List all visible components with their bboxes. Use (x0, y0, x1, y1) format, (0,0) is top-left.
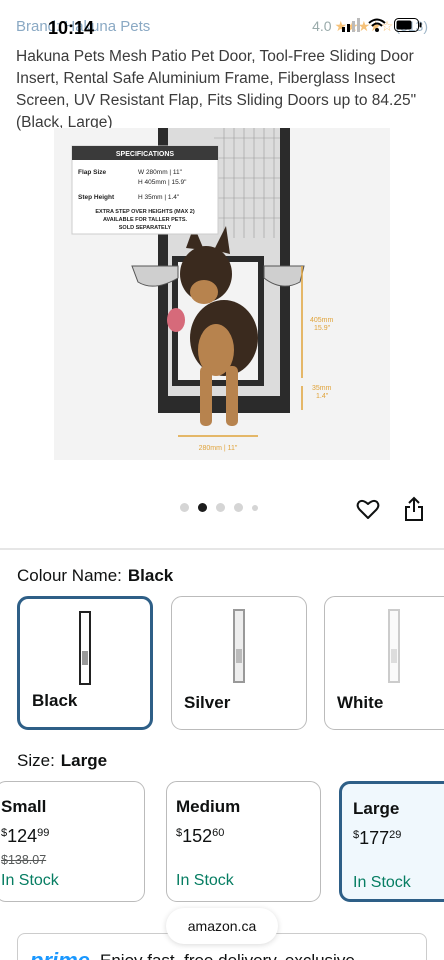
size-label: Size: (17, 751, 55, 770)
size-option-name: Small (1, 797, 47, 816)
size-selected: Large (60, 751, 108, 770)
signal-icon (342, 18, 360, 32)
dim-height-in: 15.9" (314, 325, 331, 332)
colour-label-row: Colour Name: Black (17, 566, 173, 586)
price-fraction: 99 (37, 827, 50, 839)
dim-width: 280mm | 11" (199, 445, 238, 452)
rating-value: 4.0 (312, 18, 332, 34)
colour-option-name: Black (32, 691, 78, 710)
product-thumb-black (79, 611, 91, 685)
colour-option-white[interactable]: White (324, 596, 444, 730)
dim-height-mm: 405mm (310, 317, 334, 324)
section-divider (0, 548, 444, 550)
heart-icon[interactable] (356, 497, 380, 521)
spec-note-2: AVAILABLE FOR TALLER PETS. (103, 217, 187, 223)
colour-option-black[interactable]: Black (17, 596, 153, 730)
step-height-value: H 35mm | 1.4" (138, 194, 180, 201)
colour-option-name: Silver (184, 693, 231, 712)
size-option-price: $17729 (353, 828, 401, 849)
size-option-name: Large (353, 799, 400, 818)
size-option-price: $12499 (1, 826, 49, 847)
size-option-large[interactable]: Large $17729 In Stock (339, 781, 444, 902)
share-icon[interactable] (403, 496, 425, 522)
status-icons (342, 18, 422, 32)
carousel-dots[interactable] (180, 503, 258, 512)
prime-logo: prime (30, 948, 90, 960)
flap-height: H 405mm | 15.9" (138, 179, 187, 186)
dim-step-in: 1.4" (316, 393, 329, 400)
size-option-name: Medium (176, 797, 241, 816)
battery-icon (394, 18, 422, 32)
status-time: 10:14 (48, 18, 95, 38)
carousel-dot[interactable] (234, 503, 243, 512)
spec-note-1: EXTRA STEP OVER HEIGHTS (MAX 2) (95, 209, 194, 215)
product-thumb-white (388, 609, 400, 683)
colour-label: Colour Name: (17, 566, 122, 585)
prime-text: Enjoy fast, free delivery, exclusive (100, 951, 355, 960)
product-image[interactable]: SPECIFICATIONS Flap Size W 280mm | 11" H… (54, 128, 390, 460)
carousel-dot[interactable] (180, 503, 189, 512)
stock-status: In Stock (1, 872, 59, 889)
was-price: $138.07 (1, 853, 47, 867)
carousel-dot[interactable] (216, 503, 225, 512)
carousel-dot[interactable] (252, 504, 258, 511)
dim-step-mm: 35mm (312, 385, 332, 392)
price-fraction: 60 (212, 827, 225, 839)
colour-option-name: White (337, 693, 384, 712)
step-height-label: Step Height (78, 194, 115, 201)
colour-selected: Black (127, 566, 174, 585)
specs-title: SPECIFICATIONS (116, 151, 175, 158)
size-option-medium[interactable]: Medium $15260 In Stock (166, 781, 321, 902)
product-title: Hakuna Pets Mesh Patio Pet Door, Tool-Fr… (16, 48, 417, 131)
product-thumb-silver (233, 609, 245, 683)
size-option-small[interactable]: Small $12499 $138.07 In Stock (0, 781, 145, 902)
size-option-price: $15260 (176, 826, 224, 847)
price-whole: 177 (359, 828, 390, 848)
price-whole: 124 (7, 826, 38, 846)
price-fraction: 29 (389, 829, 402, 841)
flap-size-label: Flap Size (78, 169, 107, 176)
flap-width: W 280mm | 11" (138, 169, 183, 176)
wifi-icon (368, 18, 386, 32)
stock-status: In Stock (176, 872, 234, 889)
spec-note-3: SOLD SEPARATELY (119, 225, 172, 231)
size-label-row: Size: Large (17, 751, 107, 771)
stock-status: In Stock (353, 874, 411, 891)
browser-url-pill[interactable]: amazon.ca (166, 908, 278, 944)
colour-option-silver[interactable]: Silver (171, 596, 307, 730)
carousel-dot-active[interactable] (198, 503, 207, 512)
price-whole: 152 (182, 826, 213, 846)
